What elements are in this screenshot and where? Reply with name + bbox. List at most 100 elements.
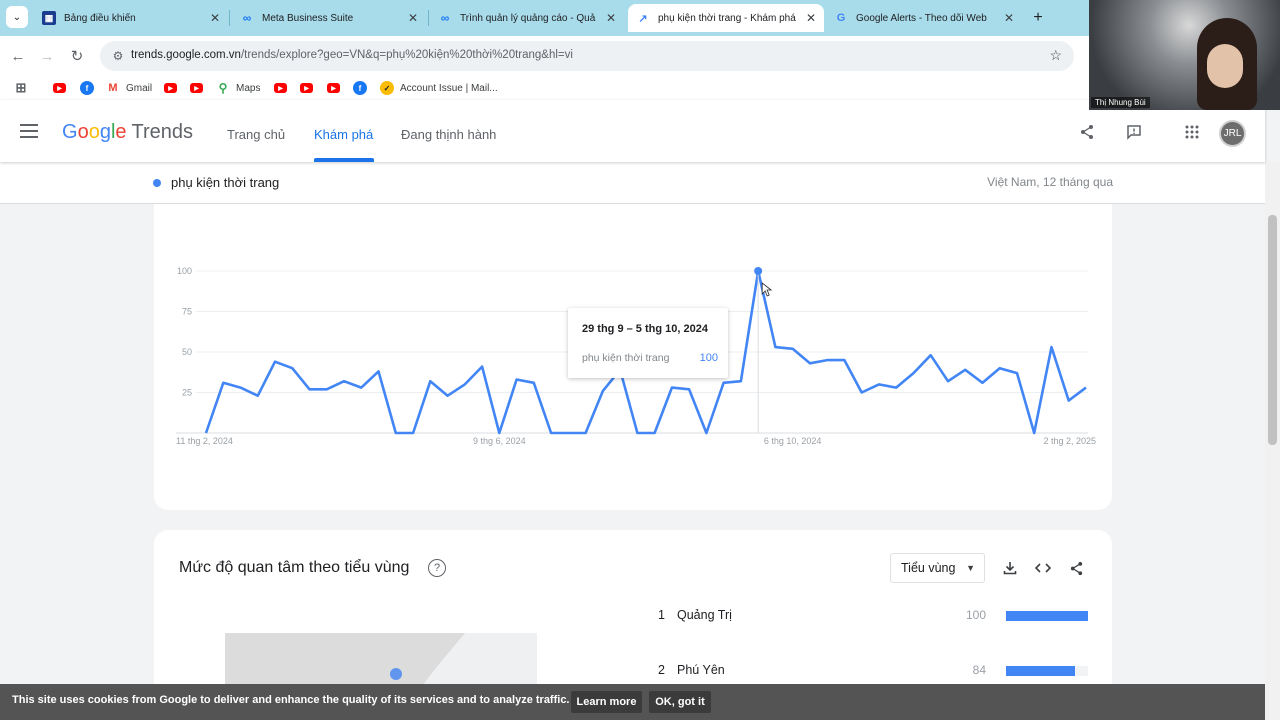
new-tab-button[interactable]: + (1028, 8, 1048, 28)
tab-divider (229, 10, 230, 26)
nav-tab-home[interactable]: Trang chủ (227, 127, 285, 142)
search-term-bar: phụ kiện thời trang Việt Nam, 12 tháng q… (0, 162, 1265, 204)
bookmark-item[interactable]: ▶ (53, 80, 66, 96)
cookie-message: This site uses cookies from Google to de… (12, 694, 570, 706)
site-info-icon[interactable]: ⚙ (110, 48, 126, 64)
bookmark-item[interactable]: ▶ (327, 80, 340, 96)
account-avatar[interactable]: JRL (1219, 120, 1246, 147)
back-icon[interactable]: ← (8, 46, 28, 66)
meta-icon: ∞ (242, 11, 252, 25)
y-tick-label: 100 (177, 266, 192, 276)
x-tick-label: 2 thg 2, 2025 (1043, 436, 1096, 446)
gmail-icon: M (108, 82, 118, 94)
feedback-icon[interactable] (1124, 122, 1144, 142)
browser-tab[interactable]: G Google Alerts - Theo dõi Web ✕ (826, 4, 1022, 32)
trends-icon: ↗ (638, 12, 648, 25)
bookmark-item[interactable]: ▶ (274, 80, 287, 96)
facebook-icon: f (80, 81, 94, 95)
close-icon[interactable]: ✕ (210, 11, 220, 25)
x-tick-label: 9 thg 6, 2024 (473, 436, 526, 446)
bookmark-item[interactable]: ▶ (190, 80, 203, 96)
youtube-icon: ▶ (190, 83, 203, 93)
rank-bar-fill (1006, 666, 1075, 676)
dashboard-icon: ▦ (42, 11, 56, 25)
google-trends-logo[interactable]: Google Trends (62, 121, 193, 144)
reload-icon[interactable]: ↻ (67, 46, 87, 66)
browser-tab[interactable]: ∞ Trình quản lý quảng cáo - Quả ✕ (430, 4, 624, 32)
embed-code-icon[interactable] (1033, 558, 1053, 578)
rank-bar-fill (1006, 611, 1088, 621)
rank-bar-track (1006, 666, 1088, 676)
dropdown-caret-icon: ▼ (966, 563, 975, 573)
bookmark-item[interactable]: f (80, 80, 94, 96)
participant-name: Thị Nhung Bùi (1091, 97, 1150, 108)
map-region-marker (390, 668, 402, 680)
address-bar[interactable]: ⚙ trends.google.com.vn/trends/explore?ge… (100, 41, 1074, 71)
bookmark-item[interactable]: ✓ Account Issue | Mail... (380, 80, 498, 96)
browser-toolbar: ← → ↻ ⚙ trends.google.com.vn/trends/expl… (0, 36, 1280, 76)
search-scope-label[interactable]: Việt Nam, 12 tháng qua (987, 175, 1113, 189)
maps-icon: ⚲ (218, 81, 228, 95)
resolution-dropdown[interactable]: Tiểu vùng ▼ (890, 553, 985, 583)
download-icon[interactable] (1000, 558, 1020, 578)
meta-icon: ∞ (440, 11, 450, 25)
active-tab-indicator (314, 158, 374, 162)
forward-icon[interactable]: → (37, 46, 57, 66)
close-icon[interactable]: ✕ (806, 11, 816, 25)
learn-more-button[interactable]: Learn more (571, 691, 642, 713)
bookmark-item[interactable]: ▶ (164, 80, 177, 96)
series-color-dot (153, 179, 161, 187)
apps-bookmark[interactable]: ⊞ (14, 80, 28, 96)
nav-tab-trending[interactable]: Đang thịnh hành (401, 127, 496, 142)
bookmark-item[interactable]: ⚲ Maps (216, 80, 261, 96)
share-icon[interactable] (1066, 558, 1086, 578)
bookmark-star-icon[interactable]: ☆ (1049, 47, 1062, 64)
close-icon[interactable]: ✕ (1004, 11, 1014, 25)
tooltip-value: 100 (699, 352, 718, 364)
youtube-icon: ▶ (300, 83, 313, 93)
google-icon: G (836, 12, 846, 24)
tooltip-date: 29 thg 9 – 5 thg 10, 2024 (582, 323, 708, 335)
youtube-icon: ▶ (274, 83, 287, 93)
hamburger-menu-icon[interactable] (20, 124, 38, 138)
chart-tooltip: 29 thg 9 – 5 thg 10, 2024 phụ kiện thời … (568, 308, 728, 378)
y-tick-label: 75 (182, 307, 192, 317)
browser-tab-strip: ⌄ ▦ Bảng điều khiển ✕ ∞ Meta Business Su… (0, 0, 1280, 36)
region-rank-row[interactable]: 1 Quảng Trị 100 (658, 606, 1088, 626)
x-tick-label: 6 thg 10, 2024 (764, 436, 822, 446)
search-term-label[interactable]: phụ kiện thời trang (171, 175, 279, 190)
apps-grid-icon[interactable] (1182, 122, 1202, 142)
youtube-icon: ▶ (327, 83, 340, 93)
y-tick-label: 50 (182, 347, 192, 357)
close-icon[interactable]: ✕ (408, 11, 418, 25)
facebook-icon: f (353, 81, 367, 95)
help-icon[interactable]: ? (428, 559, 446, 577)
cookie-banner: This site uses cookies from Google to de… (0, 684, 1265, 720)
trends-header: Google Trends Trang chủ Khám phá Đang thị… (0, 100, 1265, 162)
youtube-icon: ▶ (53, 83, 66, 93)
tooltip-series-name: phụ kiện thời trang (582, 352, 670, 364)
apps-grid-icon: ⊞ (15, 80, 27, 95)
video-call-overlay: Thị Nhung Bùi (1089, 0, 1280, 110)
google-wordmark: Google (62, 121, 127, 143)
region-rank-row[interactable]: 2 Phú Yên 84 (658, 661, 1088, 681)
browser-tab-active[interactable]: ↗ phụ kiện thời trang - Khám phá ✕ (628, 4, 824, 32)
ok-got-it-button[interactable]: OK, got it (649, 691, 711, 713)
share-icon[interactable] (1077, 122, 1097, 142)
youtube-icon: ▶ (164, 83, 177, 93)
bookmarks-bar: ⊞ ▶ f M Gmail ▶ ▶ ⚲ Maps ▶ ▶ ▶ f ✓ Account … (0, 76, 1280, 100)
bookmark-item[interactable]: f (353, 80, 367, 96)
tab-divider (428, 10, 429, 26)
page-scrollbar-thumb[interactable] (1268, 215, 1277, 445)
nav-tab-explore[interactable]: Khám phá (314, 127, 373, 142)
bookmark-item[interactable]: M Gmail (106, 80, 152, 96)
norton-icon: ✓ (380, 81, 394, 95)
bookmark-item[interactable]: ▶ (300, 80, 313, 96)
tab-search-button[interactable]: ⌄ (6, 6, 28, 28)
url-text[interactable]: trends.google.com.vn/trends/explore?geo=… (131, 49, 573, 61)
close-icon[interactable]: ✕ (606, 11, 616, 25)
hover-point (754, 267, 763, 275)
browser-tab[interactable]: ▦ Bảng điều khiển ✕ (34, 4, 228, 32)
browser-tab[interactable]: ∞ Meta Business Suite ✕ (232, 4, 426, 32)
participant-face (1207, 44, 1243, 88)
